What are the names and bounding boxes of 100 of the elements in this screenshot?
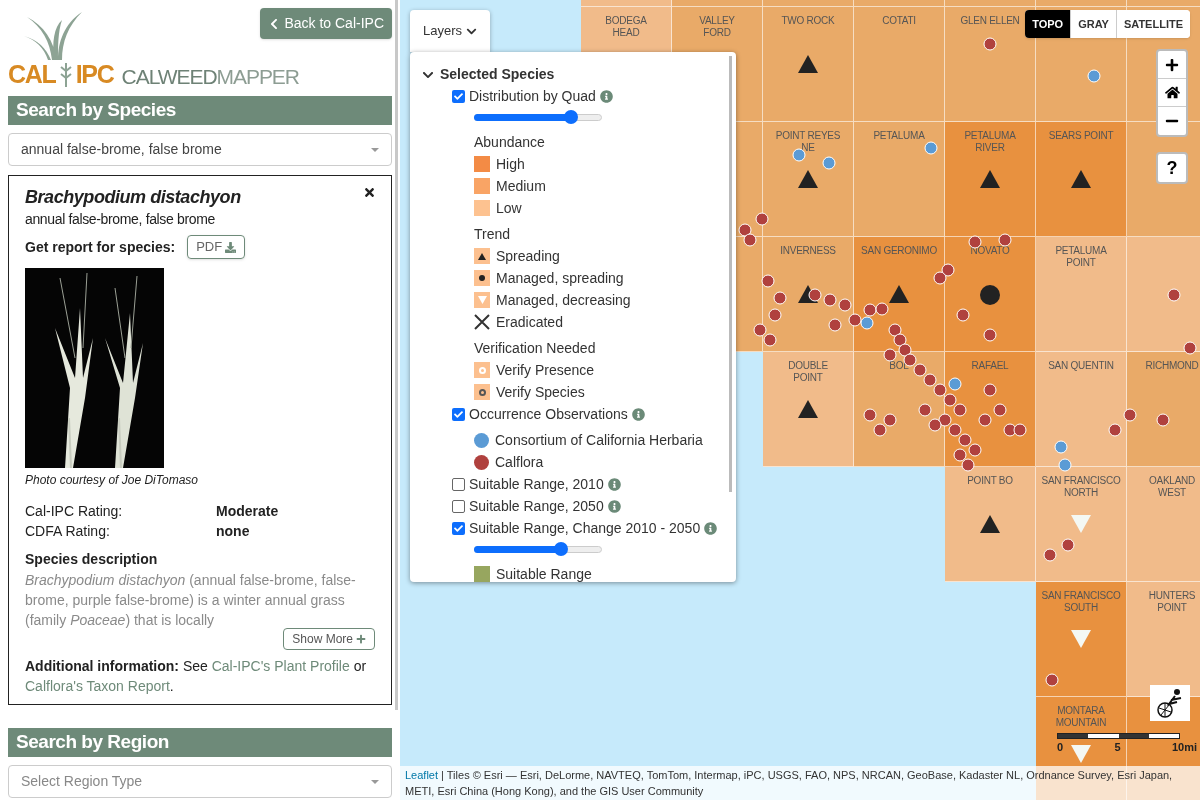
checkbox[interactable] <box>452 499 465 513</box>
observation-dot[interactable] <box>923 373 937 387</box>
info-icon[interactable] <box>607 477 621 491</box>
observation-dot[interactable] <box>761 274 775 288</box>
observation-dot[interactable] <box>983 383 997 397</box>
observation-dot[interactable] <box>1043 548 1057 562</box>
logo-org: IPC <box>75 62 114 87</box>
observation-dot[interactable] <box>893 333 907 347</box>
observation-dot[interactable] <box>958 433 972 447</box>
close-icon[interactable] <box>363 186 376 199</box>
observation-dot[interactable] <box>863 408 877 422</box>
species-select[interactable]: annual false-brome, false brome <box>8 133 392 166</box>
observation-dot[interactable] <box>1087 69 1101 83</box>
description-title: Species description <box>25 550 158 569</box>
observation-dot[interactable] <box>943 393 957 407</box>
observation-dot[interactable] <box>848 313 862 327</box>
quad-label: INVERNESS <box>780 245 836 257</box>
observation-dot[interactable] <box>948 423 962 437</box>
info-icon[interactable] <box>631 407 645 421</box>
observation-dot[interactable] <box>961 458 975 472</box>
observation-dot[interactable] <box>808 288 822 302</box>
layer-label[interactable]: Distribution by Quad <box>469 85 596 107</box>
show-more-button[interactable]: Show More <box>283 628 375 650</box>
observation-dot[interactable] <box>883 348 897 362</box>
observation-dot[interactable] <box>1054 440 1068 454</box>
leaflet-link[interactable]: Leaflet <box>405 769 439 781</box>
observation-dot[interactable] <box>948 377 962 391</box>
observation-dot[interactable] <box>1058 458 1072 472</box>
observation-dot[interactable] <box>873 423 887 437</box>
checkbox[interactable] <box>452 407 465 421</box>
layers-button[interactable]: Layers <box>410 10 490 52</box>
observation-dot[interactable] <box>978 413 992 427</box>
observation-dot[interactable] <box>763 333 777 347</box>
checkbox[interactable] <box>452 89 465 103</box>
layer-label[interactable]: Suitable Range, 2010 <box>469 473 604 495</box>
observation-dot[interactable] <box>983 328 997 342</box>
back-button[interactable]: Back to Cal-IPC <box>260 8 392 39</box>
observation-dot[interactable] <box>956 308 970 322</box>
observation-dot[interactable] <box>1183 341 1197 355</box>
observation-dot[interactable] <box>998 233 1012 247</box>
observation-dot[interactable] <box>1156 413 1170 427</box>
observation-dot[interactable] <box>822 156 836 170</box>
region-select[interactable]: Select Region Type <box>8 765 392 798</box>
basemap-tab[interactable]: GRAY <box>1070 10 1116 38</box>
observation-dot[interactable] <box>968 443 982 457</box>
observation-dot[interactable] <box>953 448 967 462</box>
rating-value: Moderate <box>216 502 279 521</box>
observation-dot[interactable] <box>983 37 997 51</box>
legend-title: Verification Needed <box>474 339 597 358</box>
observation-dot[interactable] <box>1108 423 1122 437</box>
observation-dot[interactable] <box>938 413 952 427</box>
observation-dot[interactable] <box>933 271 947 285</box>
map[interactable] <box>400 0 1200 800</box>
observation-dot[interactable] <box>1123 408 1137 422</box>
observation-dot[interactable] <box>860 316 874 330</box>
observation-dot[interactable] <box>738 223 752 237</box>
observation-dot[interactable] <box>828 318 842 332</box>
feedback-badge[interactable] <box>1150 685 1190 721</box>
observation-dot[interactable] <box>773 291 787 305</box>
observation-dot[interactable] <box>918 403 932 417</box>
observation-dot[interactable] <box>883 413 897 427</box>
observation-dot[interactable] <box>823 293 837 307</box>
info-icon[interactable] <box>607 499 621 513</box>
observation-dot[interactable] <box>753 323 767 337</box>
observation-dot[interactable] <box>888 323 902 337</box>
observation-dot[interactable] <box>924 141 938 155</box>
observation-dot[interactable] <box>1045 673 1059 687</box>
observation-dot[interactable] <box>993 403 1007 417</box>
taxon-report-link[interactable]: Calflora's Taxon Report <box>25 678 170 694</box>
observation-dot[interactable] <box>743 233 757 247</box>
observation-dot[interactable] <box>863 303 877 317</box>
layer-label[interactable]: Occurrence Observations <box>469 403 628 425</box>
observation-dot[interactable] <box>1167 288 1181 302</box>
info-icon[interactable] <box>704 521 718 535</box>
layer-label[interactable]: Suitable Range, 2050 <box>469 495 604 517</box>
layer-label[interactable]: Suitable Range, Change 2010 - 2050 <box>469 517 701 539</box>
observation-dot[interactable] <box>1061 538 1075 552</box>
checkbox[interactable] <box>452 477 465 491</box>
cross-icon <box>474 314 490 330</box>
opacity-slider[interactable] <box>474 542 602 556</box>
plant-profile-link[interactable]: Cal-IPC's Plant Profile <box>211 658 350 674</box>
observation-dot[interactable] <box>933 383 947 397</box>
observation-dot[interactable] <box>755 212 769 226</box>
observation-dot[interactable] <box>1013 423 1027 437</box>
basemap-tab[interactable]: SATELLITE <box>1115 10 1190 38</box>
help-button[interactable]: ? <box>1156 152 1188 184</box>
observation-dot[interactable] <box>928 418 942 432</box>
observation-dot[interactable] <box>898 343 912 357</box>
pdf-button[interactable]: PDF <box>187 235 246 259</box>
observation-dot[interactable] <box>913 363 927 377</box>
observation-dot[interactable] <box>875 302 889 316</box>
observation-dot[interactable] <box>941 263 955 277</box>
basemap-tab[interactable]: TOPO <box>1025 10 1071 38</box>
observation-dot[interactable] <box>838 298 852 312</box>
observation-dot[interactable] <box>953 403 967 417</box>
opacity-slider[interactable] <box>474 110 602 124</box>
info-icon[interactable] <box>599 89 613 103</box>
checkbox[interactable] <box>452 521 465 535</box>
group-title[interactable]: Selected Species <box>440 64 555 85</box>
observation-dot[interactable] <box>768 308 782 322</box>
